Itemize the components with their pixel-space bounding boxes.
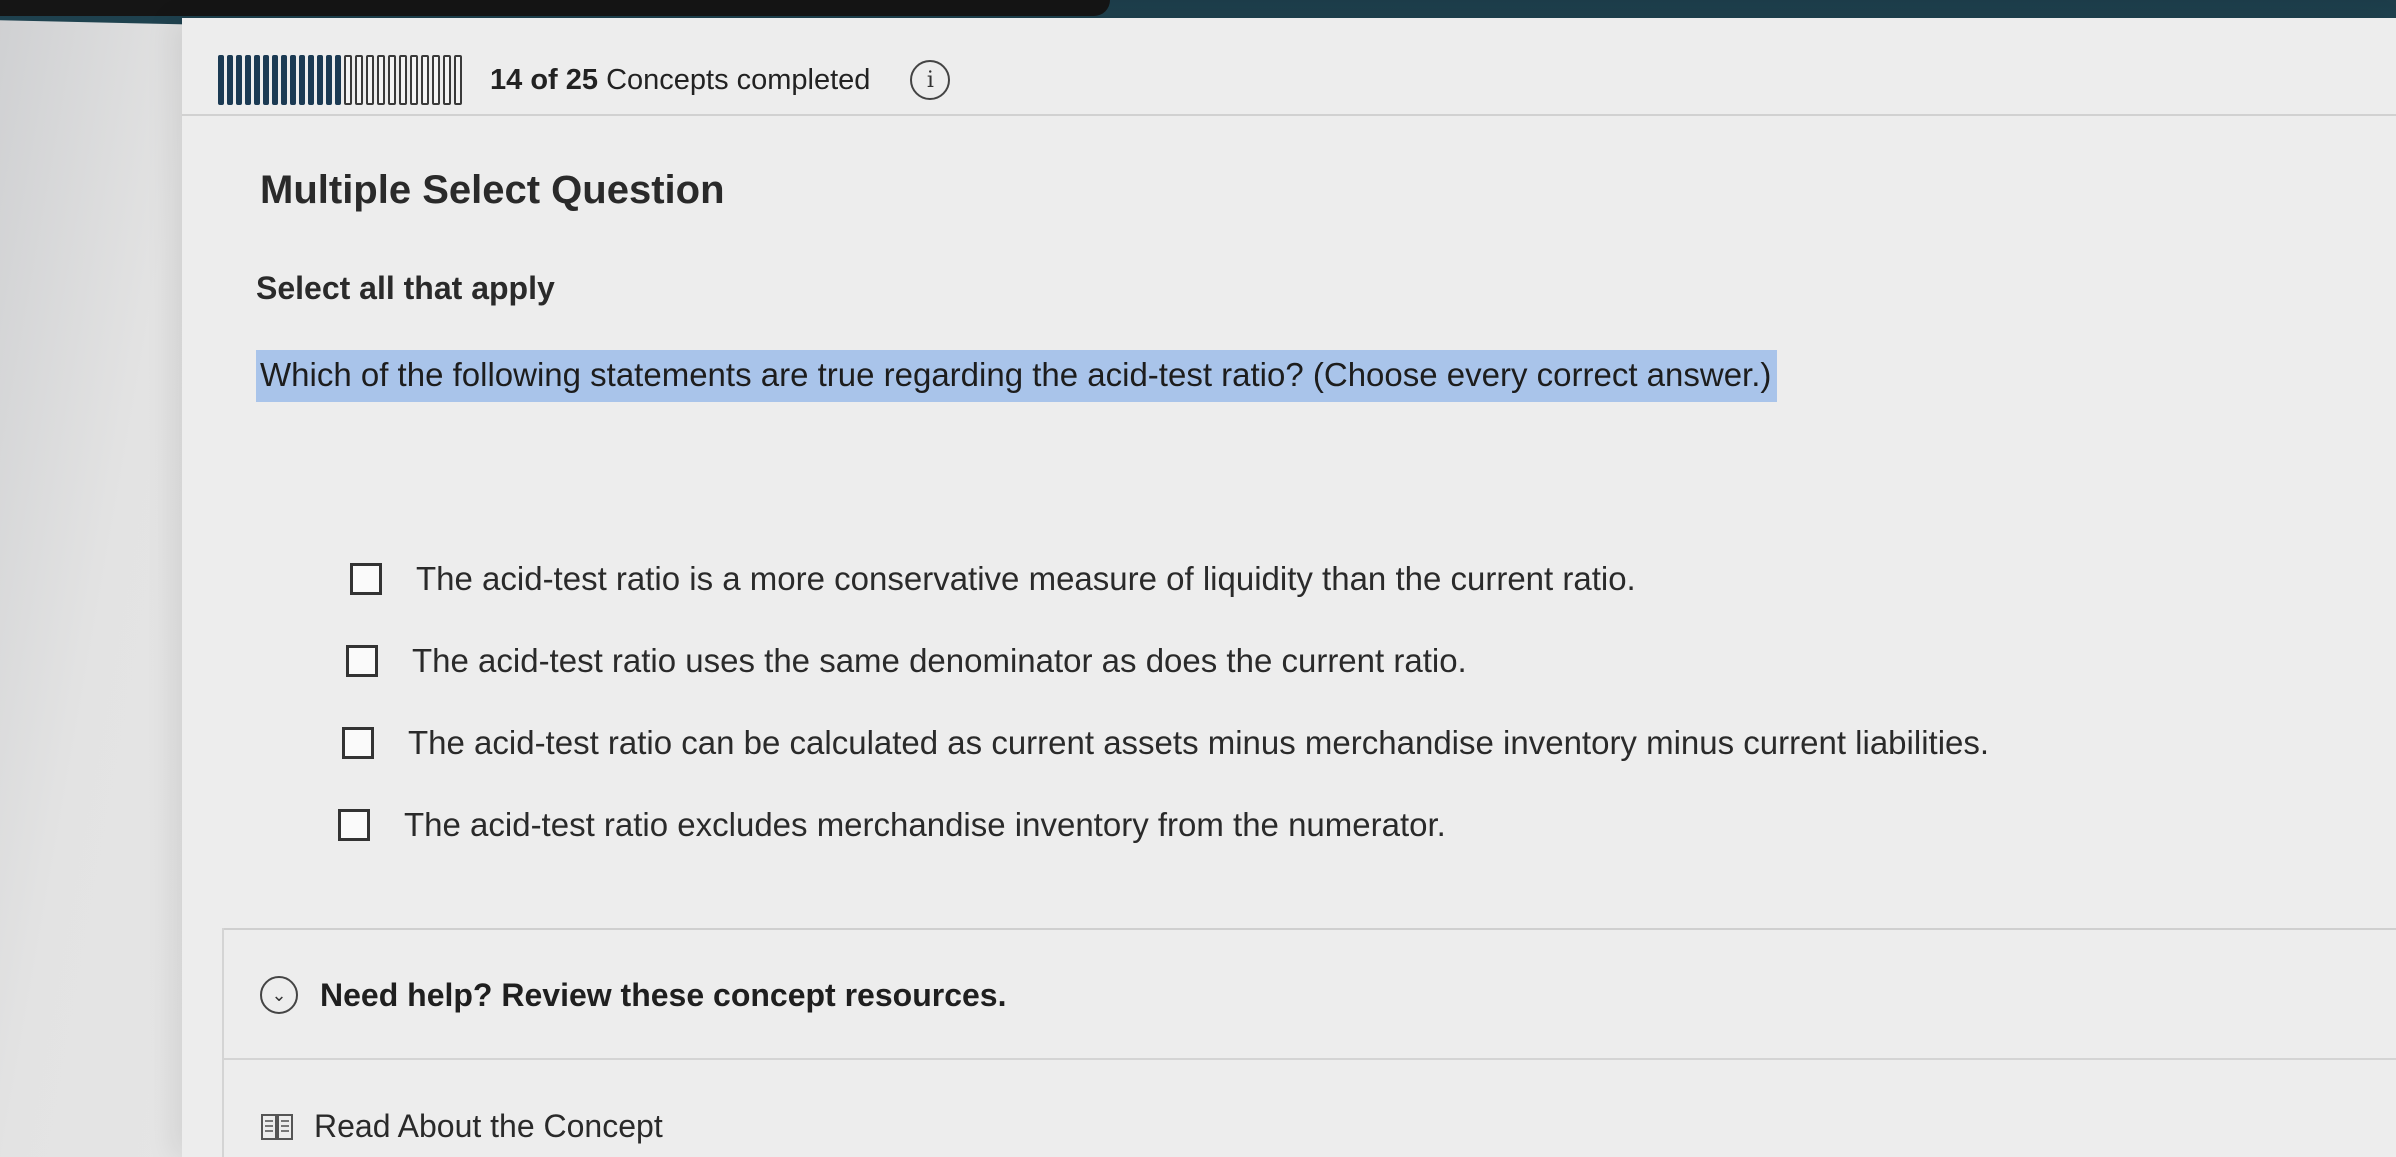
progress-segment [443, 55, 451, 105]
progress-segment [290, 55, 296, 105]
answer-option-1[interactable]: The acid-test ratio is a more conservati… [350, 538, 1989, 620]
option-2-label[interactable]: The acid-test ratio uses the same denomi… [412, 642, 1467, 680]
option-1-label[interactable]: The acid-test ratio is a more conservati… [416, 560, 1636, 598]
answer-option-2[interactable]: The acid-test ratio uses the same denomi… [346, 620, 1989, 702]
progress-segment [326, 55, 332, 105]
progress-segment [410, 55, 418, 105]
progress-segment [299, 55, 305, 105]
help-section-left-border [222, 928, 224, 1157]
checkbox-option-2[interactable] [346, 645, 378, 677]
progress-row: 14 of 25 Concepts completed i [218, 52, 951, 108]
answer-option-3[interactable]: The acid-test ratio can be calculated as… [342, 702, 1989, 784]
answer-options: The acid-test ratio is a more conservati… [338, 538, 1989, 866]
info-icon[interactable]: i [910, 60, 951, 100]
question-type-title: Multiple Select Question [260, 168, 725, 212]
progress-segment [272, 55, 278, 105]
progress-segment [454, 55, 462, 105]
progress-segment [263, 55, 269, 105]
checkbox-option-4[interactable] [338, 809, 370, 841]
instruction-text: Select all that apply [256, 270, 555, 306]
question-page: 14 of 25 Concepts completed i Multiple S… [182, 18, 2396, 1157]
option-3-label[interactable]: The acid-test ratio can be calculated as… [408, 724, 1989, 762]
checkbox-option-3[interactable] [342, 727, 374, 759]
progress-text: 14 of 25 Concepts completed [490, 64, 870, 97]
book-icon [261, 1113, 293, 1140]
help-section-top-border [222, 928, 2396, 931]
progress-segment [308, 55, 314, 105]
read-about-concept-link[interactable]: Read About the Concept [260, 1108, 663, 1145]
progress-segment [377, 55, 385, 105]
progress-segment [388, 55, 396, 105]
progress-segment [281, 55, 287, 105]
help-section-divider [222, 1058, 2396, 1060]
progress-bar [218, 55, 462, 105]
question-prompt: Which of the following statements are tr… [256, 350, 1778, 402]
progress-segment [254, 55, 260, 105]
progress-segment [399, 55, 407, 105]
progress-segment [344, 55, 352, 105]
progress-segment [227, 55, 233, 105]
progress-segment [366, 55, 374, 105]
answer-option-4[interactable]: The acid-test ratio excludes merchandise… [338, 784, 1989, 866]
progress-segment [421, 55, 429, 105]
browser-top-edge [0, 0, 1110, 16]
progress-segment [317, 55, 323, 105]
progress-label: Concepts completed [606, 63, 871, 96]
chevron-down-icon[interactable]: ⌄ [260, 976, 298, 1014]
progress-segment [218, 55, 224, 105]
help-toggle-label[interactable]: Need help? Review these concept resource… [320, 977, 1006, 1014]
progress-segment [245, 55, 251, 105]
progress-segment [236, 55, 242, 105]
progress-segment [355, 55, 363, 105]
checkbox-option-1[interactable] [350, 563, 382, 595]
option-4-label[interactable]: The acid-test ratio excludes merchandise… [404, 806, 1446, 844]
header-divider [182, 114, 2396, 116]
read-about-concept-label[interactable]: Read About the Concept [314, 1108, 663, 1145]
progress-count: 14 of 25 [490, 63, 598, 96]
help-toggle[interactable]: ⌄ Need help? Review these concept resour… [260, 976, 1006, 1014]
progress-segment [432, 55, 440, 105]
progress-segment [335, 55, 341, 105]
